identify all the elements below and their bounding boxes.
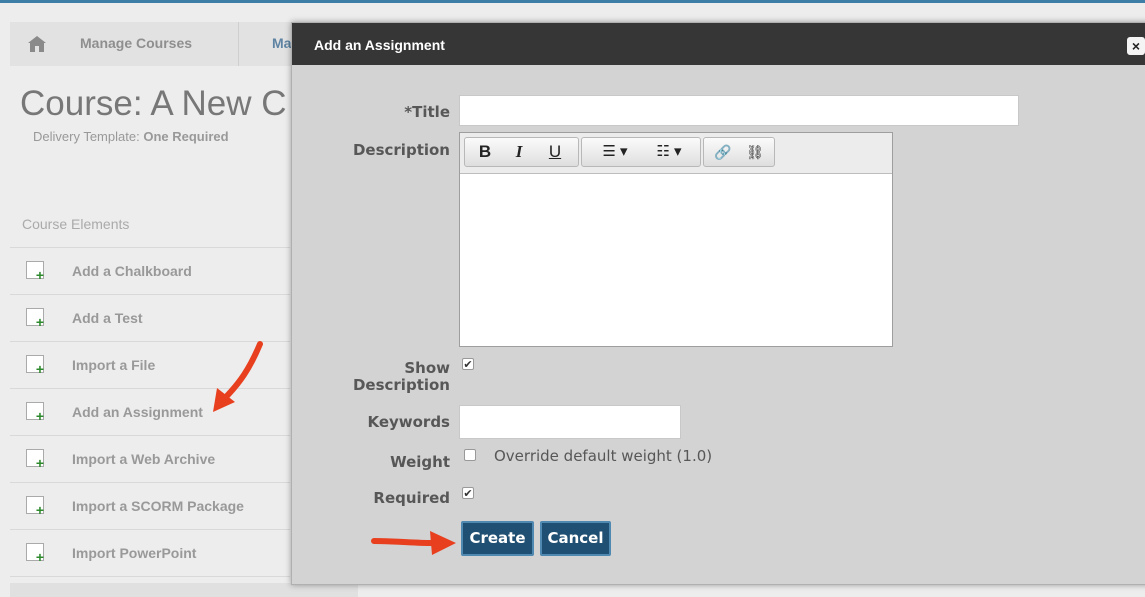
delivery-template: Delivery Template: One Required xyxy=(33,129,229,144)
scorm-import-icon xyxy=(26,496,44,518)
element-item-add-chalkboard[interactable]: Add a Chalkboard xyxy=(10,248,290,295)
link-button-group: 🔗 ⛓ xyxy=(703,137,775,167)
add-assignment-dialog: Add an Assignment × *Title Description B… xyxy=(291,22,1145,585)
bottom-strip xyxy=(10,583,358,597)
italic-button[interactable]: I xyxy=(509,141,529,163)
element-label: Add a Chalkboard xyxy=(72,263,192,279)
description-editor[interactable]: B I U ☰ ▾ ☷ ▾ 🔗 ⛓ xyxy=(459,132,893,347)
element-label: Add a Test xyxy=(72,310,143,326)
test-add-icon xyxy=(26,308,44,330)
bold-button[interactable]: B xyxy=(475,141,495,163)
annotation-arrow-icon xyxy=(213,341,263,412)
dialog-header: Add an Assignment × xyxy=(292,23,1145,65)
bullet-list-button[interactable]: ☰ ▾ xyxy=(590,141,640,163)
element-label: Import PowerPoint xyxy=(72,545,197,561)
breadcrumb-separator xyxy=(238,22,239,66)
web-archive-import-icon xyxy=(26,449,44,471)
format-button-group: B I U xyxy=(464,137,579,167)
element-label: Import a SCORM Package xyxy=(72,498,244,514)
underline-button[interactable]: U xyxy=(545,141,565,163)
dialog-title: Add an Assignment xyxy=(314,37,445,53)
breadcrumb-manage-courses[interactable]: Manage Courses xyxy=(80,35,192,51)
element-item-import-scorm[interactable]: Import a SCORM Package xyxy=(10,483,290,530)
element-label: Import a Web Archive xyxy=(72,451,216,467)
editor-toolbar: B I U ☰ ▾ ☷ ▾ 🔗 ⛓ xyxy=(460,133,892,174)
course-title: Course: A New C xyxy=(20,84,287,123)
required-label: Required xyxy=(373,489,450,507)
powerpoint-import-icon xyxy=(26,543,44,565)
title-input[interactable] xyxy=(459,95,1019,126)
delivery-label: Delivery Template: xyxy=(33,129,140,144)
link-icon[interactable]: 🔗 xyxy=(710,141,736,163)
list-button-group: ☰ ▾ ☷ ▾ xyxy=(581,137,701,167)
required-checkbox[interactable]: ✔ xyxy=(462,487,474,500)
element-item-import-web-archive[interactable]: Import a Web Archive xyxy=(10,436,290,483)
show-description-checkbox[interactable]: ✔ xyxy=(462,358,474,371)
description-label: Description xyxy=(352,141,450,159)
override-weight-text: Override default weight (1.0) xyxy=(494,447,713,465)
cancel-button[interactable]: Cancel xyxy=(540,521,611,556)
annotation-arrow-icon xyxy=(371,531,456,555)
override-weight-checkbox[interactable] xyxy=(464,449,476,461)
element-item-import-powerpoint[interactable]: Import PowerPoint xyxy=(10,530,290,577)
breadcrumb-current[interactable]: Ma xyxy=(272,35,291,51)
home-icon[interactable] xyxy=(27,35,47,53)
element-label: Add an Assignment xyxy=(72,404,203,420)
show-description-label: Show Description xyxy=(352,359,450,394)
weight-label: Weight xyxy=(390,453,450,471)
close-icon[interactable]: × xyxy=(1127,37,1145,55)
unlink-icon[interactable]: ⛓ xyxy=(742,141,768,163)
create-button[interactable]: Create xyxy=(461,521,534,556)
title-label: *Title xyxy=(404,103,450,121)
chalkboard-add-icon xyxy=(26,261,44,283)
element-item-add-test[interactable]: Add a Test xyxy=(10,295,290,342)
file-import-icon xyxy=(26,355,44,377)
course-elements-heading: Course Elements xyxy=(22,216,130,232)
numbered-list-button[interactable]: ☷ ▾ xyxy=(644,141,694,163)
element-label: Import a File xyxy=(72,357,156,373)
keywords-label: Keywords xyxy=(367,413,450,431)
delivery-value: One Required xyxy=(143,129,229,144)
keywords-input[interactable] xyxy=(459,405,681,439)
assignment-add-icon xyxy=(26,402,44,424)
